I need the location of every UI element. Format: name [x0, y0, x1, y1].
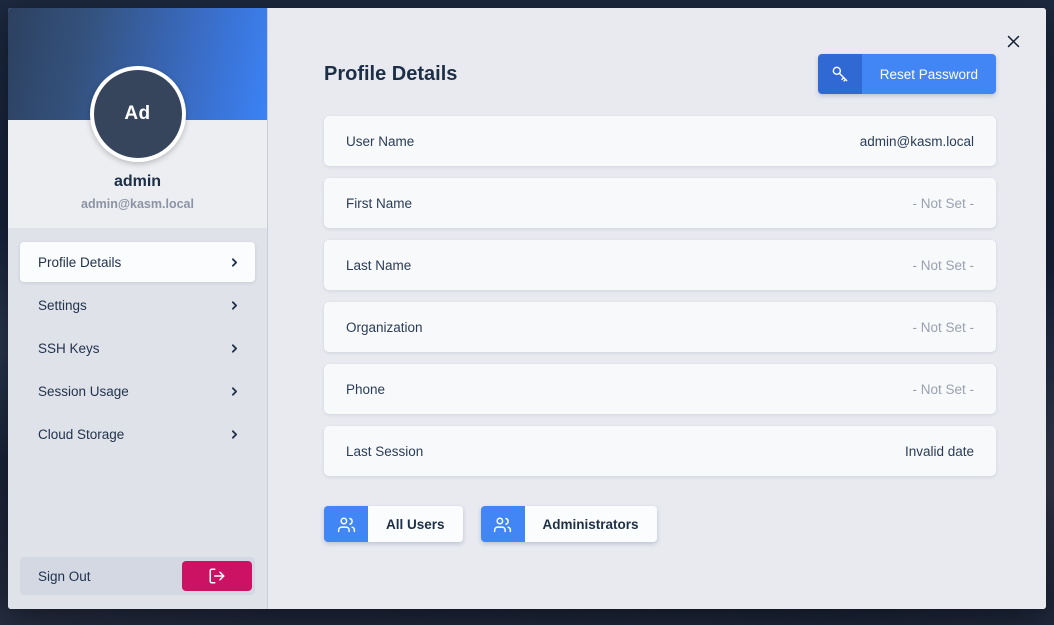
sidebar-item-profile-details[interactable]: Profile Details: [20, 242, 255, 282]
table-row: User Name admin@kasm.local: [324, 116, 996, 166]
sidebar-item-label: Profile Details: [38, 254, 122, 270]
sidebar-nav: Profile Details Settings SSH Keys Sessio…: [8, 228, 267, 557]
row-value: - Not Set -: [912, 381, 974, 397]
profile-user-email: admin@kasm.local: [81, 197, 194, 211]
row-label: Phone: [346, 381, 386, 397]
row-value: admin@kasm.local: [859, 133, 974, 149]
profile-modal: Ad admin admin@kasm.local Profile Detail…: [8, 8, 1046, 609]
sidebar-item-settings[interactable]: Settings: [20, 285, 255, 325]
row-label: Organization: [346, 319, 423, 335]
row-label: User Name: [346, 133, 415, 149]
reset-password-label: Reset Password: [861, 54, 996, 94]
bottom-actions: All Users Administrators: [324, 506, 996, 542]
signout-button[interactable]: [182, 561, 252, 591]
chevron-right-icon: [228, 385, 241, 398]
chevron-right-icon: [228, 428, 241, 441]
all-users-button[interactable]: All Users: [324, 506, 463, 542]
row-label: Last Name: [346, 257, 412, 273]
close-button[interactable]: [998, 26, 1028, 56]
profile-banner: Ad: [8, 8, 267, 162]
table-row: Last Session Invalid date: [324, 426, 996, 476]
row-label: Last Session: [346, 443, 424, 459]
page-title: Profile Details: [324, 62, 458, 85]
all-users-label: All Users: [368, 506, 463, 542]
chevron-right-icon: [228, 342, 241, 355]
profile-user-name: admin: [113, 173, 162, 190]
administrators-button[interactable]: Administrators: [480, 506, 657, 542]
key-icon: [817, 54, 862, 94]
signout-label: Sign Out: [38, 568, 91, 584]
sidebar: Ad admin admin@kasm.local Profile Detail…: [8, 8, 268, 609]
administrators-label: Administrators: [524, 506, 657, 542]
desktop-background: Ad admin admin@kasm.local Profile Detail…: [0, 0, 1054, 625]
reset-password-button[interactable]: Reset Password: [817, 54, 996, 94]
content-panel: Profile Details Reset Password User Name…: [268, 8, 1046, 609]
row-value: Invalid date: [904, 443, 974, 459]
table-row: Phone - Not Set -: [324, 364, 996, 414]
sidebar-item-label: Session Usage: [38, 383, 129, 399]
sidebar-item-label: Settings: [38, 297, 87, 313]
signout-section: Sign Out: [8, 557, 267, 609]
profile-details-list: User Name admin@kasm.local First Name - …: [324, 116, 996, 488]
table-row: First Name - Not Set -: [324, 178, 996, 228]
users-icon: [480, 506, 525, 542]
logout-icon: [209, 568, 225, 584]
row-label: First Name: [346, 195, 413, 211]
sidebar-item-label: Cloud Storage: [38, 426, 125, 442]
users-icon: [324, 506, 368, 542]
row-value: - Not Set -: [912, 319, 974, 335]
sidebar-item-label: SSH Keys: [38, 340, 100, 356]
table-row: Organization - Not Set -: [324, 302, 996, 352]
sidebar-item-session-usage[interactable]: Session Usage: [20, 371, 255, 411]
content-header: Profile Details Reset Password: [324, 8, 996, 116]
sidebar-item-cloud-storage[interactable]: Cloud Storage: [20, 414, 255, 454]
row-value: - Not Set -: [912, 257, 974, 273]
sidebar-item-ssh-keys[interactable]: SSH Keys: [20, 328, 255, 368]
chevron-right-icon: [228, 299, 241, 312]
signout-row[interactable]: Sign Out: [20, 557, 255, 595]
row-value: - Not Set -: [912, 195, 974, 211]
avatar-initials: Ad: [93, 70, 182, 158]
table-row: Last Name - Not Set -: [324, 240, 996, 290]
avatar: Ad: [89, 66, 186, 162]
close-icon: [1007, 35, 1019, 47]
chevron-right-icon: [228, 256, 241, 269]
